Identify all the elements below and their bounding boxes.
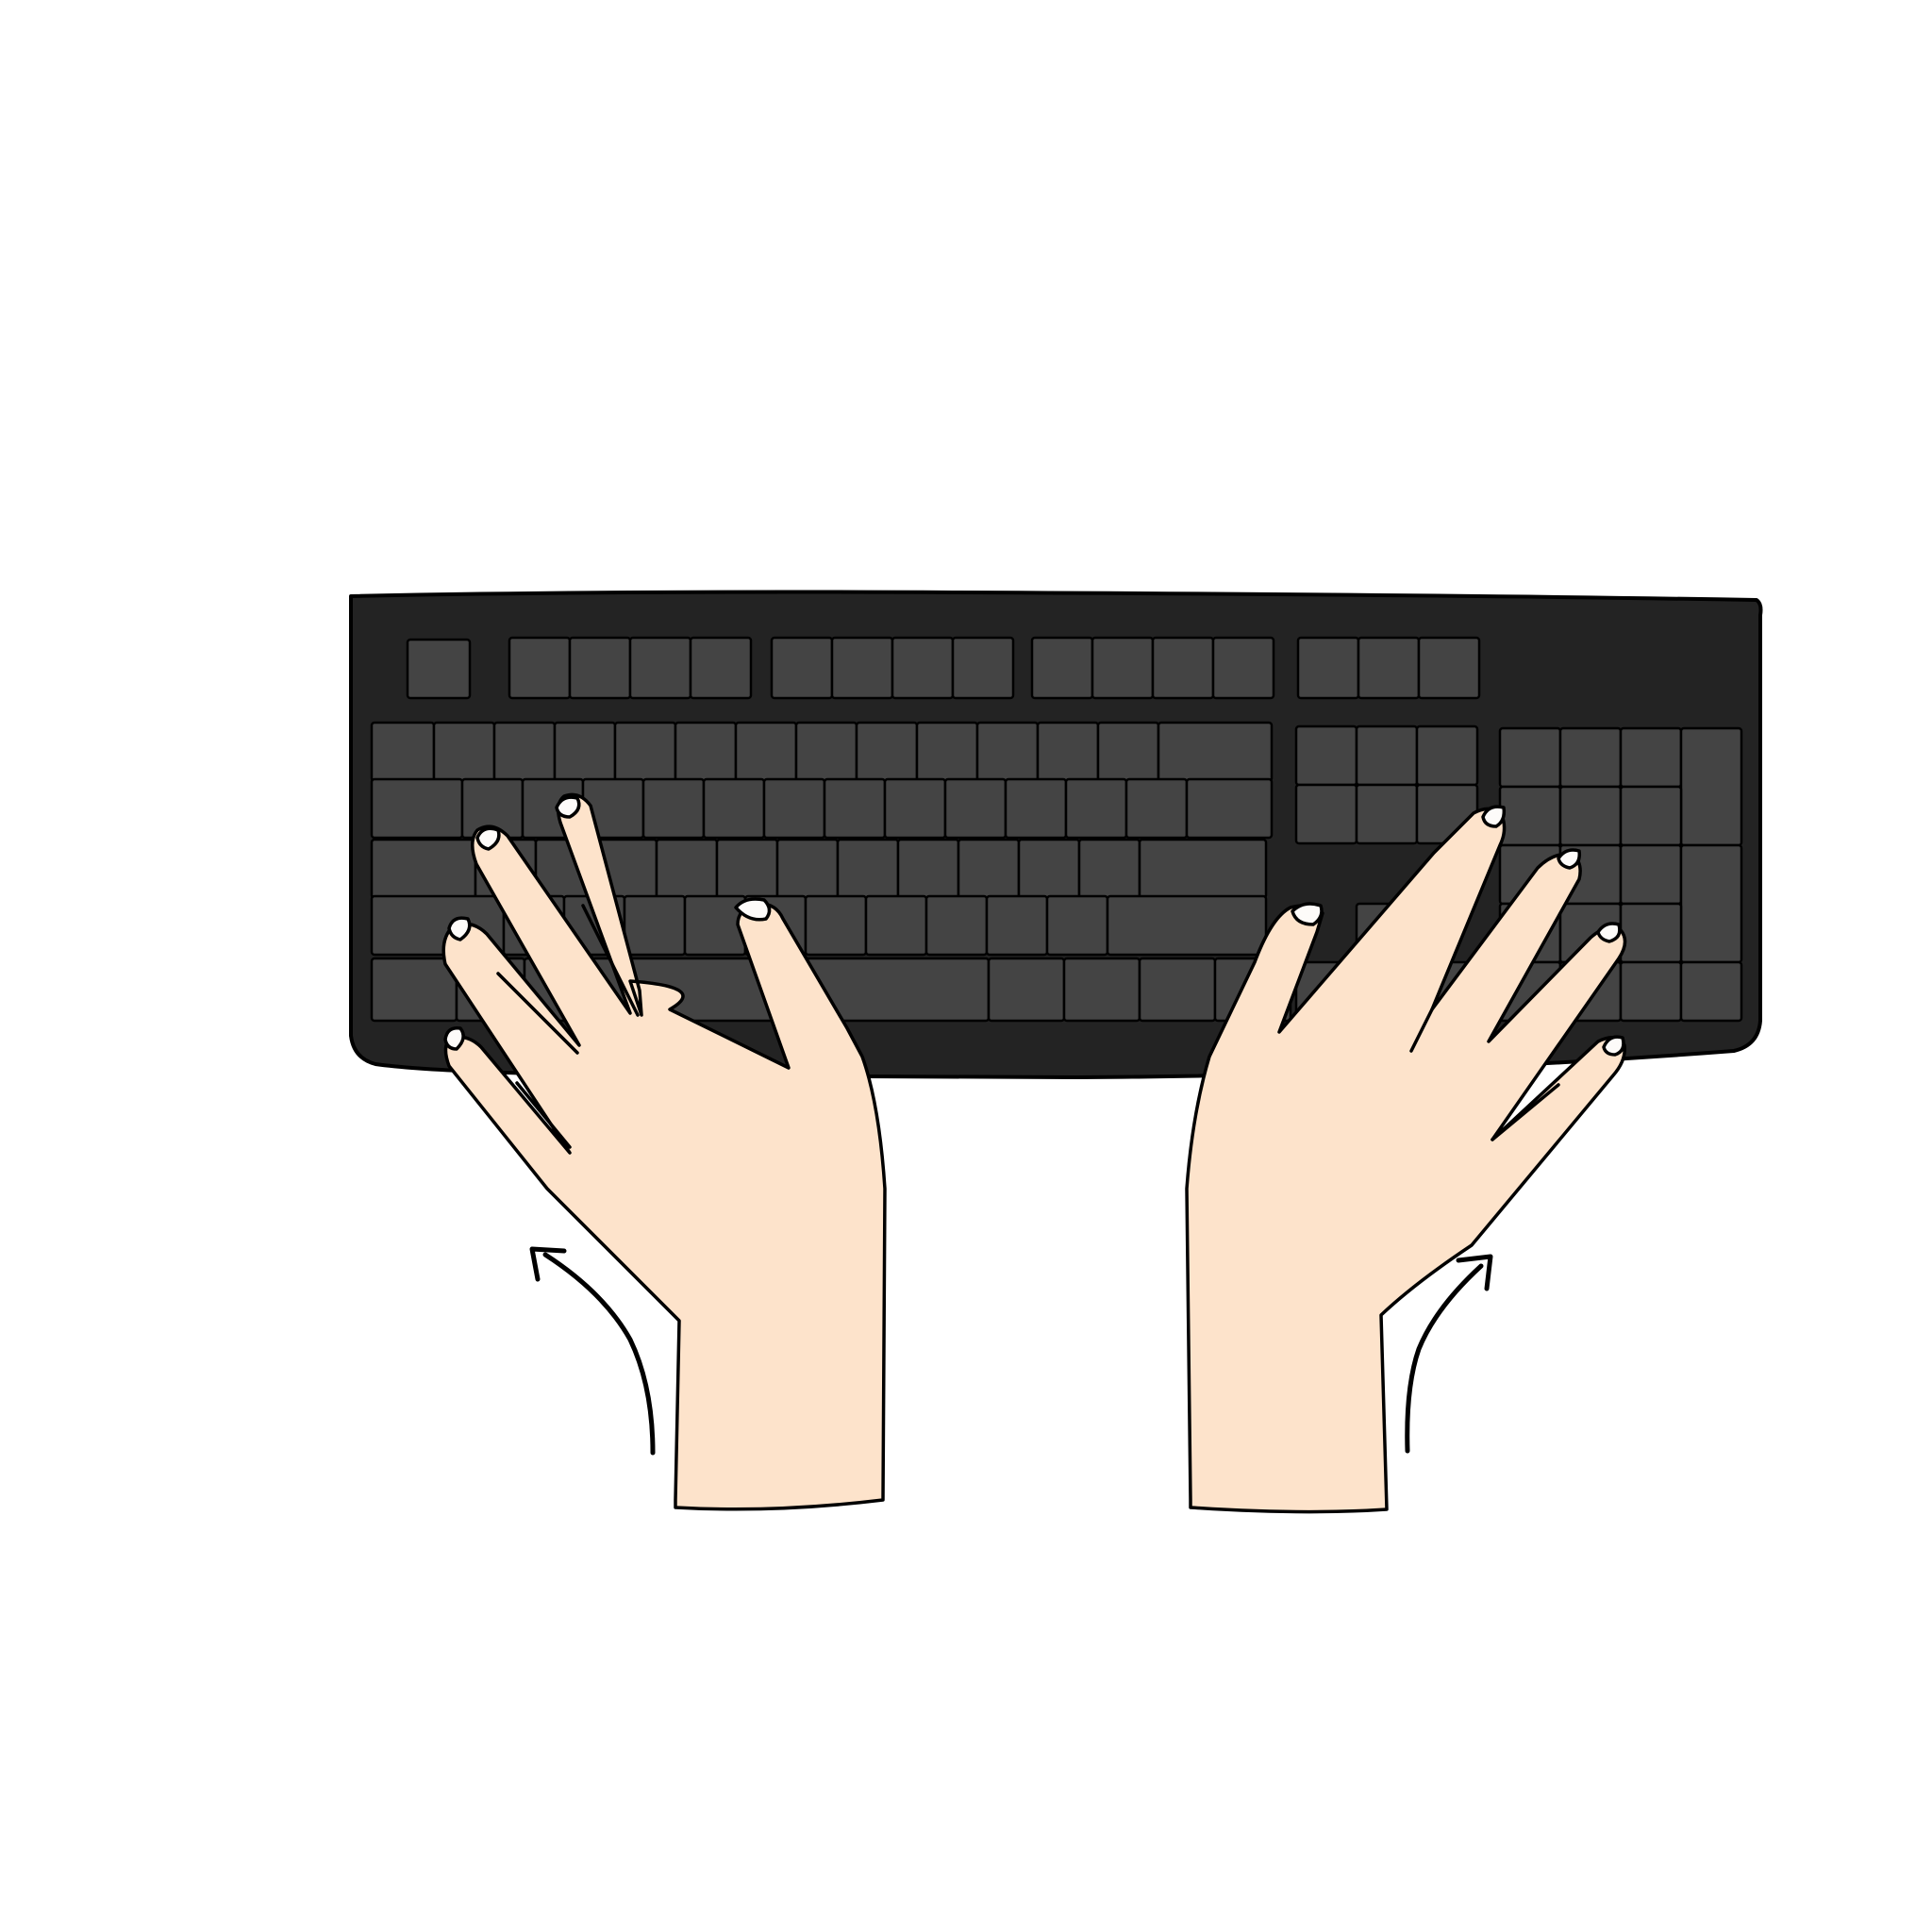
keyboard-key <box>1679 726 1743 847</box>
keyboard-key <box>855 721 919 783</box>
keyboard-key <box>957 838 1021 900</box>
keyboard-key <box>702 777 766 840</box>
keyboard-key <box>655 838 719 900</box>
keyboard-key <box>1211 636 1275 700</box>
right-nail-4 <box>1602 1035 1625 1057</box>
keyboard-key <box>1091 636 1155 700</box>
keyboard-key <box>1030 636 1094 700</box>
keyboard-key <box>432 721 496 783</box>
keyboard-key <box>553 721 617 783</box>
keyboard-key <box>613 721 677 783</box>
keyboard-key <box>370 777 464 840</box>
keyboard-key <box>951 636 1015 700</box>
keyboard-key <box>406 638 472 700</box>
keyboard-key <box>1355 724 1419 787</box>
keyboard-key <box>674 721 738 783</box>
keyboard-key <box>508 636 572 700</box>
keyboard-key <box>830 636 894 700</box>
keyboard-key <box>1077 838 1141 900</box>
keyboard-key <box>924 894 989 957</box>
keyboard-key <box>1619 960 1683 1023</box>
keyboard-key <box>1296 636 1360 700</box>
right-nail-2 <box>1557 848 1582 870</box>
keyboard-key <box>1045 894 1109 957</box>
keyboard-key <box>1619 843 1683 906</box>
keyboard-key <box>943 777 1008 840</box>
keyboard-key <box>1498 726 1562 789</box>
keyboard-key <box>689 636 753 700</box>
keyboard-key <box>628 636 692 700</box>
keyboard-key <box>1151 636 1215 700</box>
keyboard-key <box>623 894 687 957</box>
keyboard-key <box>1679 960 1743 1023</box>
keyboard-key <box>804 894 868 957</box>
keyboard-key <box>836 838 900 900</box>
keyboard-key <box>734 721 798 783</box>
keyboard-key <box>987 957 1066 1023</box>
keyboard-key <box>1357 636 1421 700</box>
keyboard-key <box>1138 838 1268 900</box>
keyboard-key <box>568 636 632 700</box>
keyboard-key <box>715 838 779 900</box>
keyboard-key <box>1004 777 1068 840</box>
keyboard-key <box>1498 785 1562 847</box>
left-nail-2 <box>447 916 472 941</box>
right-nail-1 <box>1481 805 1507 828</box>
keyboard-key <box>762 777 826 840</box>
left-nail-4 <box>555 795 581 819</box>
keyboard-key <box>1185 777 1274 840</box>
right-nail-3 <box>1596 922 1622 943</box>
keyboard-key <box>1355 783 1419 845</box>
keyboard-key <box>775 838 840 900</box>
keyboard-key <box>1558 785 1623 847</box>
keyboard-key <box>492 721 557 783</box>
keyboard-key <box>891 636 955 700</box>
keyboard-key <box>1619 785 1683 847</box>
keyboard-key <box>1417 636 1481 700</box>
keyboard-key <box>896 838 960 900</box>
keyboard-key <box>370 957 458 1023</box>
keyboard-key <box>770 636 834 700</box>
keyboard-key <box>641 777 706 840</box>
keyboard-key <box>794 721 858 783</box>
keyboard-key <box>370 838 477 900</box>
keyboard-key <box>1415 724 1479 787</box>
keyboard-key <box>915 721 979 783</box>
keyboard-key <box>1096 721 1160 783</box>
keyboard-key <box>1124 777 1189 840</box>
keyboard-key <box>1138 957 1217 1023</box>
keyboard-hands-illustration <box>349 590 1763 1514</box>
left-nail-1 <box>443 1026 465 1051</box>
keyboard-key <box>1036 721 1100 783</box>
keyboard-key <box>1619 726 1683 789</box>
keyboard-key <box>864 894 928 957</box>
keyboard-key <box>1017 838 1081 900</box>
keyboard-key <box>1619 902 1683 964</box>
keyboard-key <box>1064 777 1128 840</box>
keyboard-key <box>883 777 947 840</box>
keyboard-key <box>1679 843 1743 964</box>
curved-arrow-up-left-icon <box>529 1246 656 1456</box>
keyboard-key <box>1294 783 1358 845</box>
keyboard-key <box>823 777 887 840</box>
keyboard-key <box>975 721 1040 783</box>
keyboard-key <box>985 894 1049 957</box>
keyboard-key <box>1558 726 1623 789</box>
keyboard-key <box>1294 724 1358 787</box>
keyboard-key <box>1062 957 1141 1023</box>
curved-arrow-up-right-icon <box>1405 1254 1493 1454</box>
keyboard-key <box>370 721 436 783</box>
keyboard-key <box>1157 721 1274 783</box>
keyboard-key <box>1106 894 1268 957</box>
